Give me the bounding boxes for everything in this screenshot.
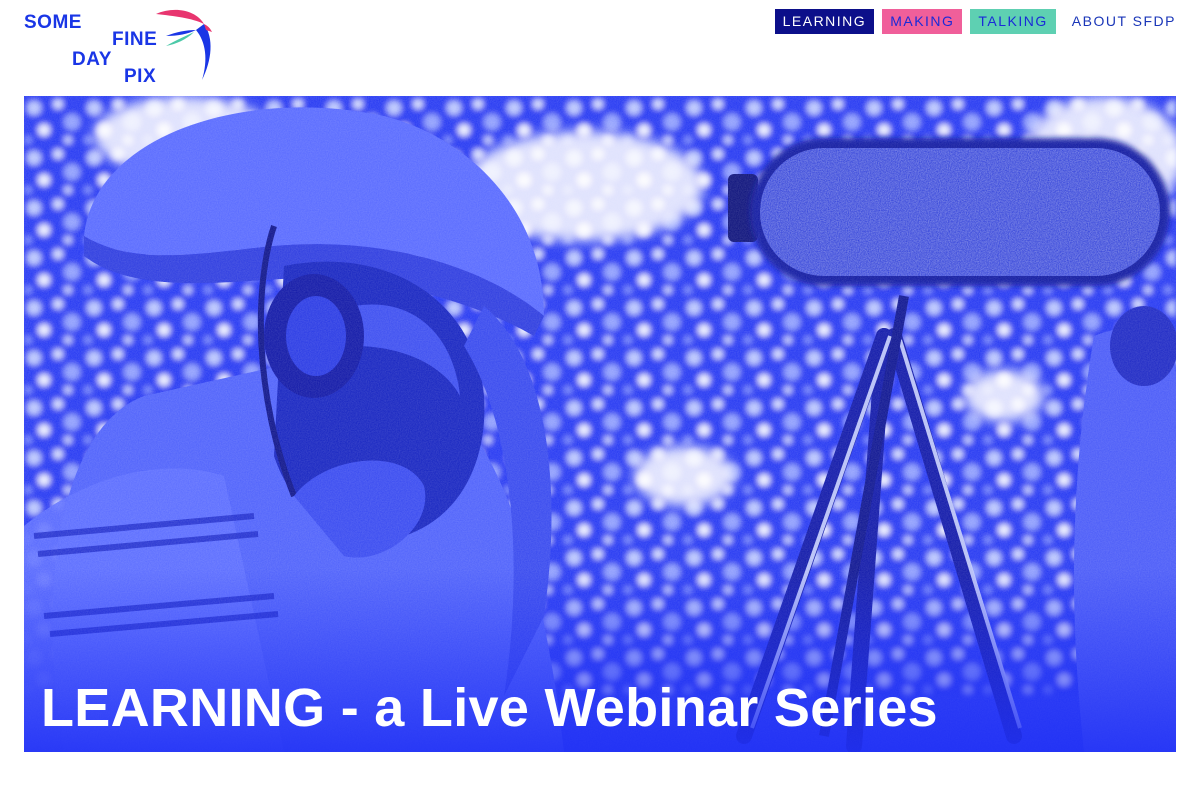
logo-word: FINE xyxy=(112,29,158,50)
hero-image xyxy=(24,96,1176,752)
nav-about[interactable]: ABOUT SFDP xyxy=(1064,9,1176,34)
main-nav: LEARNING MAKING TALKING ABOUT SFDP xyxy=(774,9,1176,34)
hero-title: LEARNING - a Live Webinar Series xyxy=(41,677,938,738)
nav-learning[interactable]: LEARNING xyxy=(774,9,875,34)
logo-word: DAY xyxy=(72,49,112,70)
nav-making[interactable]: MAKING xyxy=(882,9,963,34)
logo-word: SOME xyxy=(24,12,82,33)
swallow-bird-icon xyxy=(156,9,212,80)
nav-talking[interactable]: TALKING xyxy=(970,9,1056,34)
site-logo[interactable]: SOME FINE DAY PIX xyxy=(24,8,224,88)
hero-banner[interactable]: LEARNING - a Live Webinar Series xyxy=(24,96,1176,752)
